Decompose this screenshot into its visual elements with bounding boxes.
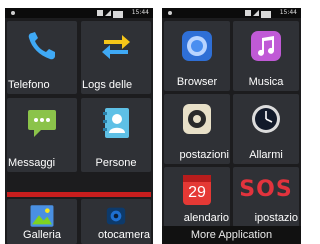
- music-icon: [251, 31, 281, 61]
- call-logs-icon: [102, 35, 130, 59]
- app-label: Persone: [95, 157, 137, 169]
- app-tile-calendario[interactable]: 29 alendario: [164, 167, 230, 227]
- gallery-icon: [30, 205, 54, 227]
- notification-dot-icon: [168, 11, 172, 15]
- status-time: 15:44: [279, 9, 297, 16]
- notification-dot-icon: [11, 11, 15, 15]
- app-tile-fotocamera[interactable]: otocamera: [81, 199, 151, 244]
- status-time: 15:44: [131, 9, 149, 16]
- tile-divider-strip: [7, 192, 151, 197]
- app-label: postazioni: [179, 149, 229, 161]
- app-label: Allarmi: [249, 149, 283, 161]
- browser-icon: [182, 31, 212, 61]
- app-label: Telefono: [8, 79, 50, 91]
- app-label: Musica: [248, 76, 284, 88]
- app-tile-impostazioni[interactable]: postazioni: [164, 94, 230, 164]
- sos-icon: SOS: [239, 177, 293, 202]
- calendar-day: 29: [188, 184, 206, 201]
- contacts-icon: [103, 108, 129, 138]
- left-phone-screen: 15:44 Telefono Logs delle Messaggi Perso…: [5, 8, 153, 244]
- app-tile-telefono[interactable]: Telefono: [7, 21, 77, 94]
- app-label: Messaggi: [8, 157, 56, 169]
- app-tile-sos[interactable]: SOS ipostazio: [233, 167, 299, 227]
- app-label: Logs delle: [82, 79, 133, 91]
- status-icons: [245, 10, 271, 18]
- camera-icon: [106, 207, 126, 225]
- battery-icon: [261, 11, 271, 18]
- app-tile-messaggi[interactable]: Messaggi: [7, 98, 77, 172]
- status-bar: 15:44: [5, 8, 153, 18]
- phone-icon: [28, 32, 55, 60]
- app-tile-allarmi[interactable]: Allarmi: [233, 94, 299, 164]
- sim-icon: [245, 10, 251, 16]
- app-label: Browser: [176, 76, 218, 88]
- signal-icon: [253, 10, 259, 16]
- app-tile-logs[interactable]: Logs delle: [81, 21, 151, 94]
- app-label: otocamera: [98, 229, 150, 241]
- app-tile-galleria[interactable]: Galleria: [7, 199, 77, 244]
- app-label: alendario: [183, 212, 229, 224]
- settings-icon: [183, 104, 211, 134]
- more-application-button[interactable]: More Application: [162, 226, 301, 244]
- app-label: Galleria: [23, 229, 61, 241]
- messages-icon: [28, 110, 56, 137]
- app-tile-musica[interactable]: Musica: [233, 21, 299, 91]
- sim-icon: [97, 10, 103, 16]
- app-tile-browser[interactable]: Browser: [164, 21, 230, 91]
- status-bar: 15:44: [162, 8, 301, 18]
- app-label: ipostazio: [254, 212, 298, 224]
- app-tile-persone[interactable]: Persone: [81, 98, 151, 172]
- right-phone-screen: 15:44 Browser Musica postazioni Allarmi …: [162, 8, 301, 244]
- signal-icon: [105, 10, 111, 16]
- status-icons: [97, 10, 123, 18]
- alarm-clock-icon: [252, 105, 280, 133]
- battery-icon: [113, 11, 123, 18]
